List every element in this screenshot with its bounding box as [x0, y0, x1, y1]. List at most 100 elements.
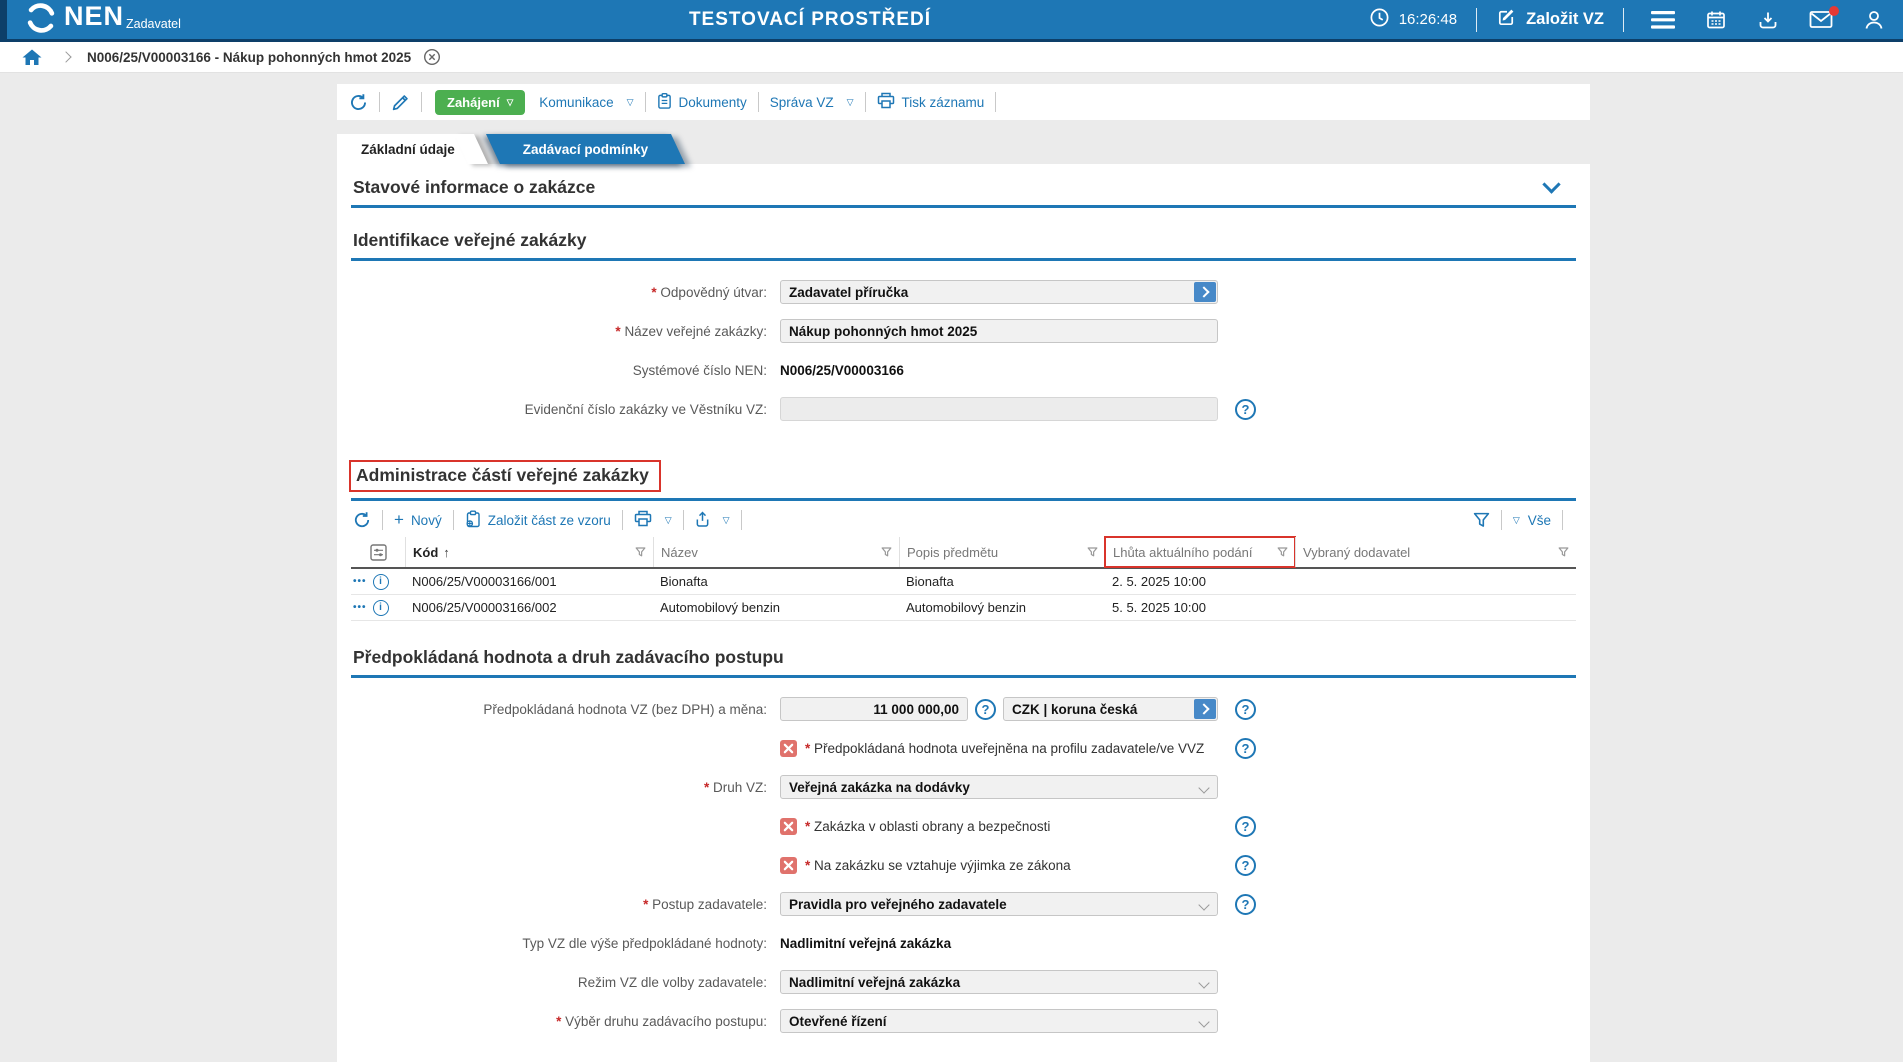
- mail-icon[interactable]: [1809, 10, 1833, 29]
- checkbox-label: Předpokládaná hodnota uveřejněna na prof…: [805, 741, 1204, 756]
- breadcrumb: N006/25/V00003166 - Nákup pohonných hmot…: [0, 42, 1903, 73]
- column-filter-icon[interactable]: [1558, 547, 1569, 557]
- procedure-type-select[interactable]: Otevřené řízení: [780, 1009, 1218, 1033]
- filter-funnel-icon[interactable]: [1473, 512, 1490, 528]
- time-value: 16:26:48: [1399, 11, 1457, 28]
- record-toolbar: Zahájení Komunikace Dokumenty Správa VZ: [337, 84, 1590, 120]
- create-vz-button[interactable]: Založit VZ: [1496, 7, 1604, 33]
- table-row[interactable]: N006/25/V00003166/002 Automobilový benzi…: [351, 595, 1576, 621]
- show-all-filter[interactable]: Vše: [1513, 513, 1551, 528]
- column-header-dodavatel[interactable]: Vybraný dodavatel: [1295, 537, 1576, 567]
- cell-deadline: 5. 5. 2025 10:00: [1105, 595, 1295, 620]
- value-section-header: Předpokládaná hodnota a druh zadávacího …: [351, 621, 1576, 675]
- nen-logo[interactable]: NEN Zadavatel: [24, 0, 181, 40]
- help-icon[interactable]: ?: [1235, 699, 1256, 720]
- evidence-number-input[interactable]: [780, 397, 1218, 421]
- column-header-popis[interactable]: Popis předmětu: [899, 537, 1105, 567]
- identification-form: Odpovědný útvar: Zadavatel příručka Náze…: [351, 261, 1576, 421]
- checkbox-no-icon[interactable]: [780, 857, 797, 874]
- form-row: Odpovědný útvar: Zadavatel příručka: [351, 280, 1576, 304]
- printer-icon: [877, 92, 895, 112]
- divider: [421, 92, 422, 112]
- regime-select[interactable]: Nadlimitní veřejná zakázka: [780, 970, 1218, 994]
- divider: [865, 92, 866, 112]
- column-header-kod[interactable]: Kód ↑: [405, 537, 653, 567]
- divider: [645, 92, 646, 112]
- column-header-nazev[interactable]: Název: [653, 537, 899, 567]
- column-chooser-icon[interactable]: [351, 537, 405, 567]
- home-icon[interactable]: [22, 48, 42, 66]
- contract-kind-select[interactable]: Veřejná zakázka na dodávky: [780, 775, 1218, 799]
- help-icon[interactable]: ?: [1235, 738, 1256, 759]
- print-record-button[interactable]: Tisk záznamu: [877, 92, 985, 112]
- breadcrumb-item[interactable]: N006/25/V00003166 - Nákup pohonných hmot…: [87, 50, 411, 65]
- help-icon[interactable]: ?: [1235, 855, 1256, 876]
- section-title: Identifikace veřejné zakázky: [353, 230, 586, 251]
- template-icon: [465, 510, 481, 531]
- management-dropdown[interactable]: Správa VZ: [770, 95, 854, 110]
- help-icon[interactable]: ?: [975, 699, 996, 720]
- refresh-icon[interactable]: [353, 511, 371, 529]
- start-dropdown-button[interactable]: Zahájení: [435, 90, 525, 115]
- info-icon[interactable]: [373, 600, 389, 616]
- checkbox-no-icon[interactable]: [780, 740, 797, 757]
- refresh-icon[interactable]: [349, 93, 368, 112]
- status-section-header: Stavové informace o zakázce: [351, 164, 1576, 205]
- divider: [741, 510, 742, 530]
- clipboard-icon: [657, 92, 672, 113]
- responsible-unit-picker[interactable]: Zadavatel příručka: [780, 280, 1218, 304]
- export-dropdown[interactable]: [695, 510, 730, 531]
- column-filter-icon[interactable]: [1277, 547, 1288, 557]
- checkbox-label: Zakázka v oblasti obrany a bezpečnosti: [805, 819, 1050, 834]
- row-menu-icon[interactable]: [353, 602, 367, 613]
- table-header-row: Kód ↑ Název Popis předmětu: [351, 537, 1576, 569]
- divider: [382, 510, 383, 530]
- procedure-rules-select[interactable]: Pravidla pro veřejného zadavatele: [780, 892, 1218, 916]
- communication-dropdown[interactable]: Komunikace: [539, 95, 633, 110]
- help-icon[interactable]: ?: [1235, 894, 1256, 915]
- help-icon[interactable]: ?: [1235, 816, 1256, 837]
- field-label: Evidenční číslo zakázky ve Věstníku VZ:: [351, 402, 767, 417]
- contract-name-input[interactable]: Nákup pohonných hmot 2025: [780, 319, 1218, 343]
- form-row: Typ VZ dle výše předpokládané hodnoty: N…: [351, 931, 1576, 955]
- column-header-lhuta-annotated[interactable]: Lhůta aktuálního podání: [1105, 537, 1295, 567]
- menu-icon[interactable]: [1651, 11, 1675, 29]
- info-icon[interactable]: [373, 574, 389, 590]
- new-part-button[interactable]: Nový: [394, 513, 442, 528]
- column-filter-icon[interactable]: [635, 547, 646, 557]
- form-row: Na zakázku se vztahuje výjimka ze zákona…: [351, 853, 1576, 877]
- divider: [1562, 510, 1563, 530]
- administration-section-header: Administrace částí veřejné zakázky: [351, 436, 1576, 492]
- system-number-value: N006/25/V00003166: [780, 363, 904, 378]
- tab-zakladni-udaje[interactable]: Základní údaje: [337, 134, 473, 164]
- open-picker-button[interactable]: [1194, 699, 1216, 719]
- brand-name: NEN: [64, 0, 124, 33]
- estimated-value-input[interactable]: 11 000 000,00: [780, 697, 968, 721]
- chevron-down-icon[interactable]: [1542, 175, 1560, 193]
- currency-picker[interactable]: CZK | koruna česká: [1003, 697, 1218, 721]
- open-picker-button[interactable]: [1194, 282, 1216, 302]
- edit-pencil-icon[interactable]: [391, 93, 410, 112]
- form-row: Předpokládaná hodnota uveřejněna na prof…: [351, 736, 1576, 760]
- cell-supplier: [1295, 595, 1576, 620]
- print-dropdown[interactable]: [634, 510, 672, 530]
- column-filter-icon[interactable]: [881, 547, 892, 557]
- calendar-icon[interactable]: [1705, 9, 1727, 31]
- tab-zadavaci-podminky[interactable]: Zadávací podmínky: [493, 134, 678, 164]
- create-part-from-template-button[interactable]: Založit část ze vzoru: [465, 510, 611, 531]
- section-title-annotated: Administrace částí veřejné zakázky: [349, 460, 661, 492]
- download-icon[interactable]: [1757, 9, 1779, 31]
- value-form: Předpokládaná hodnota VZ (bez DPH) a měn…: [351, 678, 1576, 1033]
- table-row[interactable]: N006/25/V00003166/001 Bionafta Bionafta …: [351, 569, 1576, 595]
- row-menu-icon[interactable]: [353, 576, 367, 587]
- user-icon[interactable]: [1863, 9, 1885, 31]
- form-row: Postup zadavatele: Pravidla pro veřejnéh…: [351, 892, 1576, 916]
- help-icon[interactable]: ?: [1235, 399, 1256, 420]
- documents-button[interactable]: Dokumenty: [657, 92, 747, 113]
- clock-icon: [1369, 7, 1390, 33]
- form-row: Režim VZ dle volby zadavatele: Nadlimitn…: [351, 970, 1576, 994]
- checkbox-no-icon[interactable]: [780, 818, 797, 835]
- section-title: Předpokládaná hodnota a druh zadávacího …: [353, 647, 784, 668]
- close-icon[interactable]: [423, 48, 441, 66]
- column-filter-icon[interactable]: [1087, 547, 1098, 557]
